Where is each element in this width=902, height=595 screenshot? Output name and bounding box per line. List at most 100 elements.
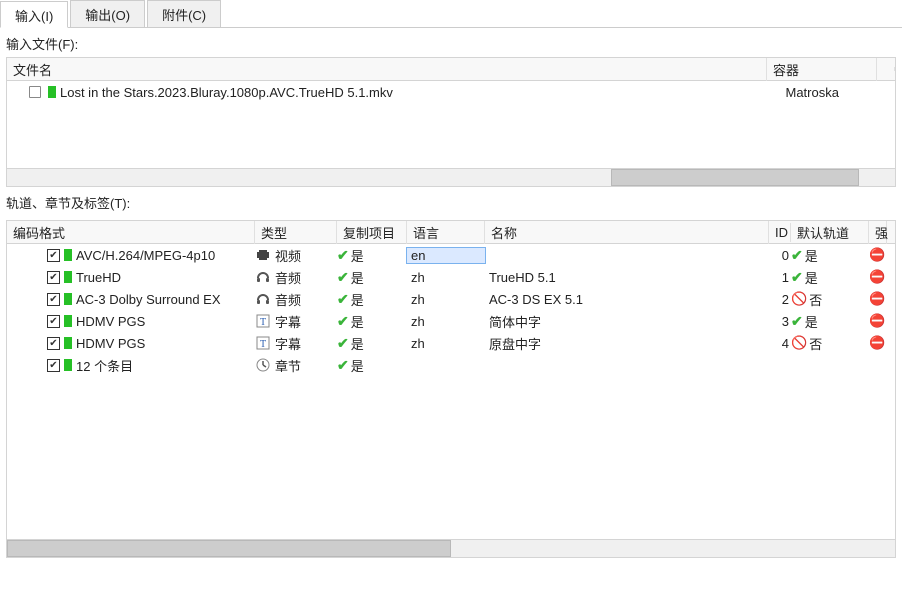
tab-output[interactable]: 输出(O) bbox=[70, 0, 145, 27]
forbid-icon: ⛔ bbox=[869, 269, 885, 285]
track-name: AC-3 DS EX 5.1 bbox=[485, 292, 769, 307]
type-text: 字幕 bbox=[275, 312, 301, 331]
forbid-icon: ⛔ bbox=[869, 291, 885, 307]
col-type[interactable]: 类型 bbox=[255, 221, 337, 244]
track-checkbox[interactable]: ✔ bbox=[47, 293, 60, 306]
tab-attachment[interactable]: 附件(C) bbox=[147, 0, 221, 27]
col-filename[interactable]: 文件名 bbox=[7, 58, 767, 81]
default-cell: 🚫否 bbox=[791, 334, 869, 353]
track-id: 3 bbox=[769, 314, 791, 329]
codec-text: AVC/H.264/MPEG-4p10 bbox=[76, 248, 215, 263]
check-icon: ✔ bbox=[337, 313, 349, 330]
files-panel: 文件名 容器 Lost in the Stars.2023.Bluray.108… bbox=[6, 57, 896, 187]
track-checkbox[interactable]: ✔ bbox=[47, 271, 60, 284]
track-row[interactable]: ✔HDMV PGST字幕✔是zh原盘中字4🚫否⛔ bbox=[7, 332, 895, 354]
files-scrollbar[interactable] bbox=[6, 169, 896, 187]
codec-text: TrueHD bbox=[76, 270, 121, 285]
col-copy[interactable]: 复制项目 bbox=[337, 221, 407, 244]
status-icon bbox=[64, 359, 72, 371]
tabs: 输入(I) 输出(O) 附件(C) bbox=[0, 0, 902, 28]
check-icon: ✔ bbox=[337, 247, 349, 264]
track-row[interactable]: ✔AVC/H.264/MPEG-4p10视频✔是en0✔是⛔ bbox=[7, 244, 895, 266]
copy-text: 是 bbox=[351, 356, 364, 375]
check-icon: ✔ bbox=[791, 313, 803, 330]
lang-cell[interactable]: zh bbox=[407, 292, 485, 307]
copy-text: 是 bbox=[351, 312, 364, 331]
forced-cell: ⛔ bbox=[869, 335, 887, 351]
default-cell: 🚫否 bbox=[791, 290, 869, 309]
video-icon bbox=[255, 248, 271, 262]
lang-cell[interactable]: en bbox=[407, 248, 485, 263]
tracks-scrollbar[interactable] bbox=[6, 540, 896, 558]
col-extra[interactable] bbox=[877, 67, 895, 71]
subtitle-icon: T bbox=[255, 336, 271, 350]
lang-cell[interactable]: zh bbox=[407, 336, 485, 351]
copy-text: 是 bbox=[351, 334, 364, 353]
check-icon: ✔ bbox=[791, 247, 803, 264]
files-header: 文件名 容器 bbox=[6, 57, 896, 81]
lang-cell[interactable]: zh bbox=[407, 314, 485, 329]
check-icon: ✔ bbox=[791, 269, 803, 286]
col-id[interactable]: ID bbox=[769, 223, 791, 242]
input-files-label: 输入文件(F): bbox=[0, 28, 902, 57]
check-icon: ✔ bbox=[337, 291, 349, 308]
default-cell: ✔是 bbox=[791, 268, 869, 287]
file-name: Lost in the Stars.2023.Bluray.1080p.AVC.… bbox=[60, 85, 393, 100]
track-checkbox[interactable]: ✔ bbox=[47, 315, 60, 328]
track-row[interactable]: ✔TrueHD音频✔是zhTrueHD 5.11✔是⛔ bbox=[7, 266, 895, 288]
tracks-body[interactable]: ✔AVC/H.264/MPEG-4p10视频✔是en0✔是⛔✔TrueHD音频✔… bbox=[6, 244, 896, 540]
status-icon bbox=[64, 293, 72, 305]
status-icon bbox=[64, 249, 72, 261]
track-checkbox[interactable]: ✔ bbox=[47, 359, 60, 372]
status-icon bbox=[64, 271, 72, 283]
copy-text: 是 bbox=[351, 290, 364, 309]
codec-text: AC-3 Dolby Surround EX bbox=[76, 292, 221, 307]
type-text: 音频 bbox=[275, 290, 301, 309]
tracks-label: 轨道、章节及标签(T): bbox=[0, 187, 902, 216]
file-row[interactable]: Lost in the Stars.2023.Bluray.1080p.AVC.… bbox=[7, 81, 895, 103]
track-row[interactable]: ✔HDMV PGST字幕✔是zh简体中字3✔是⛔ bbox=[7, 310, 895, 332]
col-name[interactable]: 名称 bbox=[485, 221, 769, 244]
status-icon bbox=[64, 337, 72, 349]
type-text: 字幕 bbox=[275, 334, 301, 353]
col-container[interactable]: 容器 bbox=[767, 58, 877, 81]
codec-text: 12 个条目 bbox=[76, 356, 133, 375]
forced-cell: ⛔ bbox=[869, 269, 887, 285]
track-id: 4 bbox=[769, 336, 791, 351]
forced-cell: ⛔ bbox=[869, 291, 887, 307]
col-lang[interactable]: 语言 bbox=[407, 221, 485, 244]
svg-text:T: T bbox=[260, 317, 266, 328]
tab-input[interactable]: 输入(I) bbox=[0, 1, 68, 28]
codec-text: HDMV PGS bbox=[76, 336, 145, 351]
col-codec[interactable]: 编码格式 bbox=[7, 221, 255, 244]
track-row[interactable]: ✔12 个条目章节✔是 bbox=[7, 354, 895, 376]
lang-cell[interactable]: zh bbox=[407, 270, 485, 285]
track-row[interactable]: ✔AC-3 Dolby Surround EX音频✔是zhAC-3 DS EX … bbox=[7, 288, 895, 310]
status-icon bbox=[64, 315, 72, 327]
forbid-icon: ⛔ bbox=[869, 247, 885, 263]
copy-text: 是 bbox=[351, 268, 364, 287]
audio-icon bbox=[255, 270, 271, 284]
copy-text: 是 bbox=[351, 246, 364, 265]
track-checkbox[interactable]: ✔ bbox=[47, 249, 60, 262]
check-icon: ✔ bbox=[337, 269, 349, 286]
audio-icon bbox=[255, 292, 271, 306]
col-default[interactable]: 默认轨道 bbox=[791, 221, 869, 244]
forbid-icon: 🚫 bbox=[791, 291, 807, 307]
svg-text:T: T bbox=[260, 339, 266, 350]
forbid-icon: ⛔ bbox=[869, 313, 885, 329]
tracks-header: 编码格式 类型 复制项目 语言 名称 ID 默认轨道 强 bbox=[6, 220, 896, 244]
forbid-icon: ⛔ bbox=[869, 335, 885, 351]
check-icon: ✔ bbox=[337, 335, 349, 352]
col-forced[interactable]: 强 bbox=[869, 221, 887, 244]
track-id: 2 bbox=[769, 292, 791, 307]
check-icon: ✔ bbox=[337, 357, 349, 374]
tracks-panel: 编码格式 类型 复制项目 语言 名称 ID 默认轨道 强 ✔ AVC/H.264/… bbox=[6, 220, 896, 558]
track-id: 0 bbox=[769, 248, 791, 263]
type-text: 章节 bbox=[275, 356, 301, 375]
track-id: 1 bbox=[769, 270, 791, 285]
files-body[interactable]: Lost in the Stars.2023.Bluray.1080p.AVC.… bbox=[6, 81, 896, 169]
track-checkbox[interactable]: ✔ bbox=[47, 337, 60, 350]
track-name: 原盘中字 bbox=[485, 334, 769, 353]
forced-cell: ⛔ bbox=[869, 313, 887, 329]
